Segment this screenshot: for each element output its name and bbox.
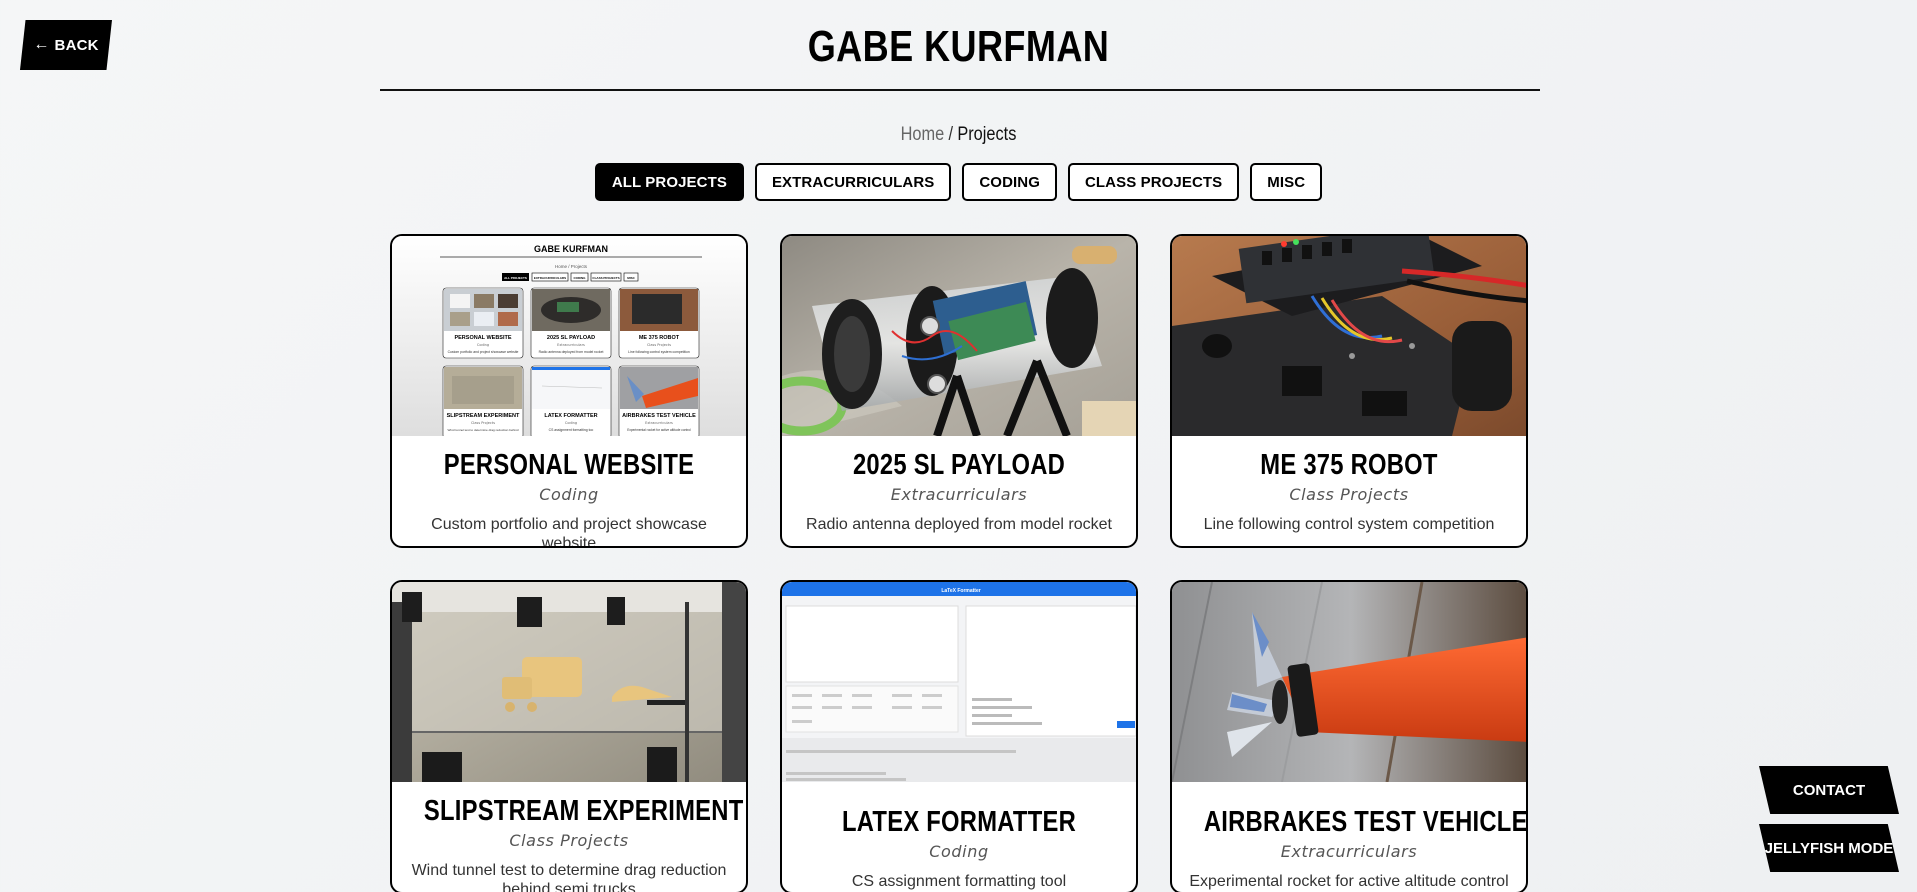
preview-breadcrumb: Home / Projects bbox=[555, 264, 588, 269]
preview-card-6: AIRBRAKES TEST VEHICLE Extracurriculars … bbox=[618, 365, 700, 436]
preview-card-1: PERSONAL WEBSITE Coding Custom portfolio… bbox=[442, 287, 524, 359]
svg-text:Experimental rocket for active: Experimental rocket for active altitude … bbox=[627, 428, 691, 432]
project-category: Class Projects bbox=[509, 831, 629, 850]
svg-text:ME 375 ROBOT: ME 375 ROBOT bbox=[639, 335, 680, 341]
svg-text:CLASS PROJECTS: CLASS PROJECTS bbox=[592, 276, 619, 280]
svg-text:Coding: Coding bbox=[565, 421, 577, 425]
filter-extracurriculars[interactable]: EXTRACURRICULARS bbox=[754, 163, 952, 201]
project-card-airbrakes-test-vehicle[interactable]: AIRBRAKES TEST VEHICLE Extracurriculars … bbox=[1170, 580, 1528, 892]
project-card-sl-payload[interactable]: 2025 SL PAYLOAD Extracurriculars Radio a… bbox=[780, 234, 1138, 548]
project-description: CS assignment formatting tool bbox=[851, 873, 1067, 890]
back-button[interactable]: ← BACK bbox=[20, 20, 112, 70]
project-description: Custom portfolio and project showcase we… bbox=[431, 516, 707, 548]
project-description: Radio antenna deployed from model rocket bbox=[806, 516, 1112, 533]
payload-photo-thumbnail bbox=[782, 236, 1136, 436]
project-category: Class Projects bbox=[1289, 485, 1409, 504]
svg-text:PERSONAL WEBSITE: PERSONAL WEBSITE bbox=[454, 335, 511, 341]
filter-misc[interactable]: MISC bbox=[1250, 163, 1323, 201]
breadcrumb-home-link[interactable]: Home bbox=[901, 124, 945, 145]
project-description: Experimental rocket for active altitude … bbox=[1189, 873, 1509, 890]
project-title: 2025 SL PAYLOAD bbox=[852, 449, 1066, 481]
latex-formatter-screenshot-thumbnail: LaTeX Formatter bbox=[782, 582, 1136, 782]
svg-text:Class Projects: Class Projects bbox=[471, 421, 495, 425]
project-title: SLIPSTREAM EXPERIMENT bbox=[423, 795, 744, 827]
project-category: Extracurriculars bbox=[890, 485, 1028, 504]
website-screenshot-thumbnail: GABE KURFMAN Home / Projects ALL PROJECT… bbox=[392, 236, 746, 436]
preview-card-5: LATEX FORMATTER Coding CS assignment for… bbox=[530, 365, 612, 436]
preview-card-4: SLIPSTREAM EXPERIMENT Class Projects Win… bbox=[442, 365, 524, 436]
svg-text:2025 SL PAYLOAD: 2025 SL PAYLOAD bbox=[547, 335, 595, 341]
project-category: Extracurriculars bbox=[1280, 842, 1418, 861]
title-divider bbox=[380, 89, 1540, 91]
svg-text:LATEX FORMATTER: LATEX FORMATTER bbox=[544, 413, 597, 419]
filter-class-projects[interactable]: CLASS PROJECTS bbox=[1067, 163, 1240, 201]
svg-text:Extracurriculars: Extracurriculars bbox=[557, 343, 585, 347]
project-title: AIRBRAKES TEST VEHICLE bbox=[1203, 806, 1528, 838]
rocket-photo-thumbnail bbox=[1172, 582, 1526, 782]
svg-text:EXTRACURRICULARS: EXTRACURRICULARS bbox=[534, 276, 566, 280]
contact-button[interactable]: CONTACT bbox=[1759, 766, 1899, 814]
project-category: Coding bbox=[929, 842, 989, 861]
svg-text:Extracurriculars: Extracurriculars bbox=[645, 421, 673, 425]
project-title: PERSONAL WEBSITE bbox=[443, 449, 695, 481]
svg-text:Line following control system: Line following control system competitio… bbox=[628, 350, 690, 354]
svg-text:Coding: Coding bbox=[477, 343, 489, 347]
project-category: Coding bbox=[539, 485, 599, 504]
jellyfish-mode-button[interactable]: JELLYFISH MODE bbox=[1759, 824, 1899, 872]
page-title: GABE KURFMAN bbox=[807, 22, 1110, 71]
svg-text:Wind tunnel test to determine: Wind tunnel test to determine drag reduc… bbox=[447, 428, 518, 432]
svg-text:MISC: MISC bbox=[627, 276, 635, 280]
breadcrumb: Home / Projects bbox=[134, 124, 1783, 146]
project-grid: GABE KURFMAN Home / Projects ALL PROJECT… bbox=[390, 234, 1530, 892]
project-description: Wind tunnel test to determine drag reduc… bbox=[411, 862, 727, 892]
svg-text:SLIPSTREAM EXPERIMENT: SLIPSTREAM EXPERIMENT bbox=[447, 413, 520, 419]
breadcrumb-separator: / bbox=[948, 124, 954, 145]
svg-text:Custom portfolio and project s: Custom portfolio and project showcase we… bbox=[448, 350, 519, 354]
project-card-personal-website[interactable]: GABE KURFMAN Home / Projects ALL PROJECT… bbox=[390, 234, 748, 548]
filter-bar: ALL PROJECTS EXTRACURRICULARS CODING CLA… bbox=[0, 163, 1917, 201]
project-title: ME 375 ROBOT bbox=[1260, 449, 1438, 481]
back-label: BACK bbox=[54, 36, 99, 54]
preview-card-2: 2025 SL PAYLOAD Extracurriculars Radio a… bbox=[530, 287, 612, 359]
wind-tunnel-photo-thumbnail bbox=[392, 582, 746, 782]
preview-title: GABE KURFMAN bbox=[534, 244, 608, 254]
svg-text:CS assignment formatting too: CS assignment formatting too bbox=[549, 428, 594, 432]
svg-text:ALL PROJECTS: ALL PROJECTS bbox=[504, 276, 527, 280]
svg-text:Radio antenna deployed from mo: Radio antenna deployed from model rocket bbox=[539, 350, 604, 354]
project-description: Line following control system competitio… bbox=[1203, 516, 1495, 533]
project-card-me375-robot[interactable]: ME 375 ROBOT Class Projects Line followi… bbox=[1170, 234, 1528, 548]
project-title: LATEX FORMATTER bbox=[842, 806, 1076, 838]
filter-coding[interactable]: CODING bbox=[962, 163, 1057, 201]
robot-photo-thumbnail bbox=[1172, 236, 1526, 436]
svg-text:CODING: CODING bbox=[574, 276, 587, 280]
project-card-slipstream-experiment[interactable]: SLIPSTREAM EXPERIMENT Class Projects Win… bbox=[390, 580, 748, 892]
filter-all-projects[interactable]: ALL PROJECTS bbox=[594, 163, 744, 201]
project-card-latex-formatter[interactable]: LaTeX Formatter LATEX FORMATTER Coding C… bbox=[780, 580, 1138, 892]
breadcrumb-current: Projects bbox=[957, 124, 1017, 145]
preview-card-3: ME 375 ROBOT Class Projects Line followi… bbox=[618, 287, 700, 359]
svg-text:Class Projects: Class Projects bbox=[647, 343, 671, 347]
svg-text:AIRBRAKES TEST VEHICLE: AIRBRAKES TEST VEHICLE bbox=[622, 413, 696, 419]
back-arrow-icon: ← bbox=[33, 36, 50, 53]
latex-header-text: LaTeX Formatter bbox=[941, 588, 980, 594]
